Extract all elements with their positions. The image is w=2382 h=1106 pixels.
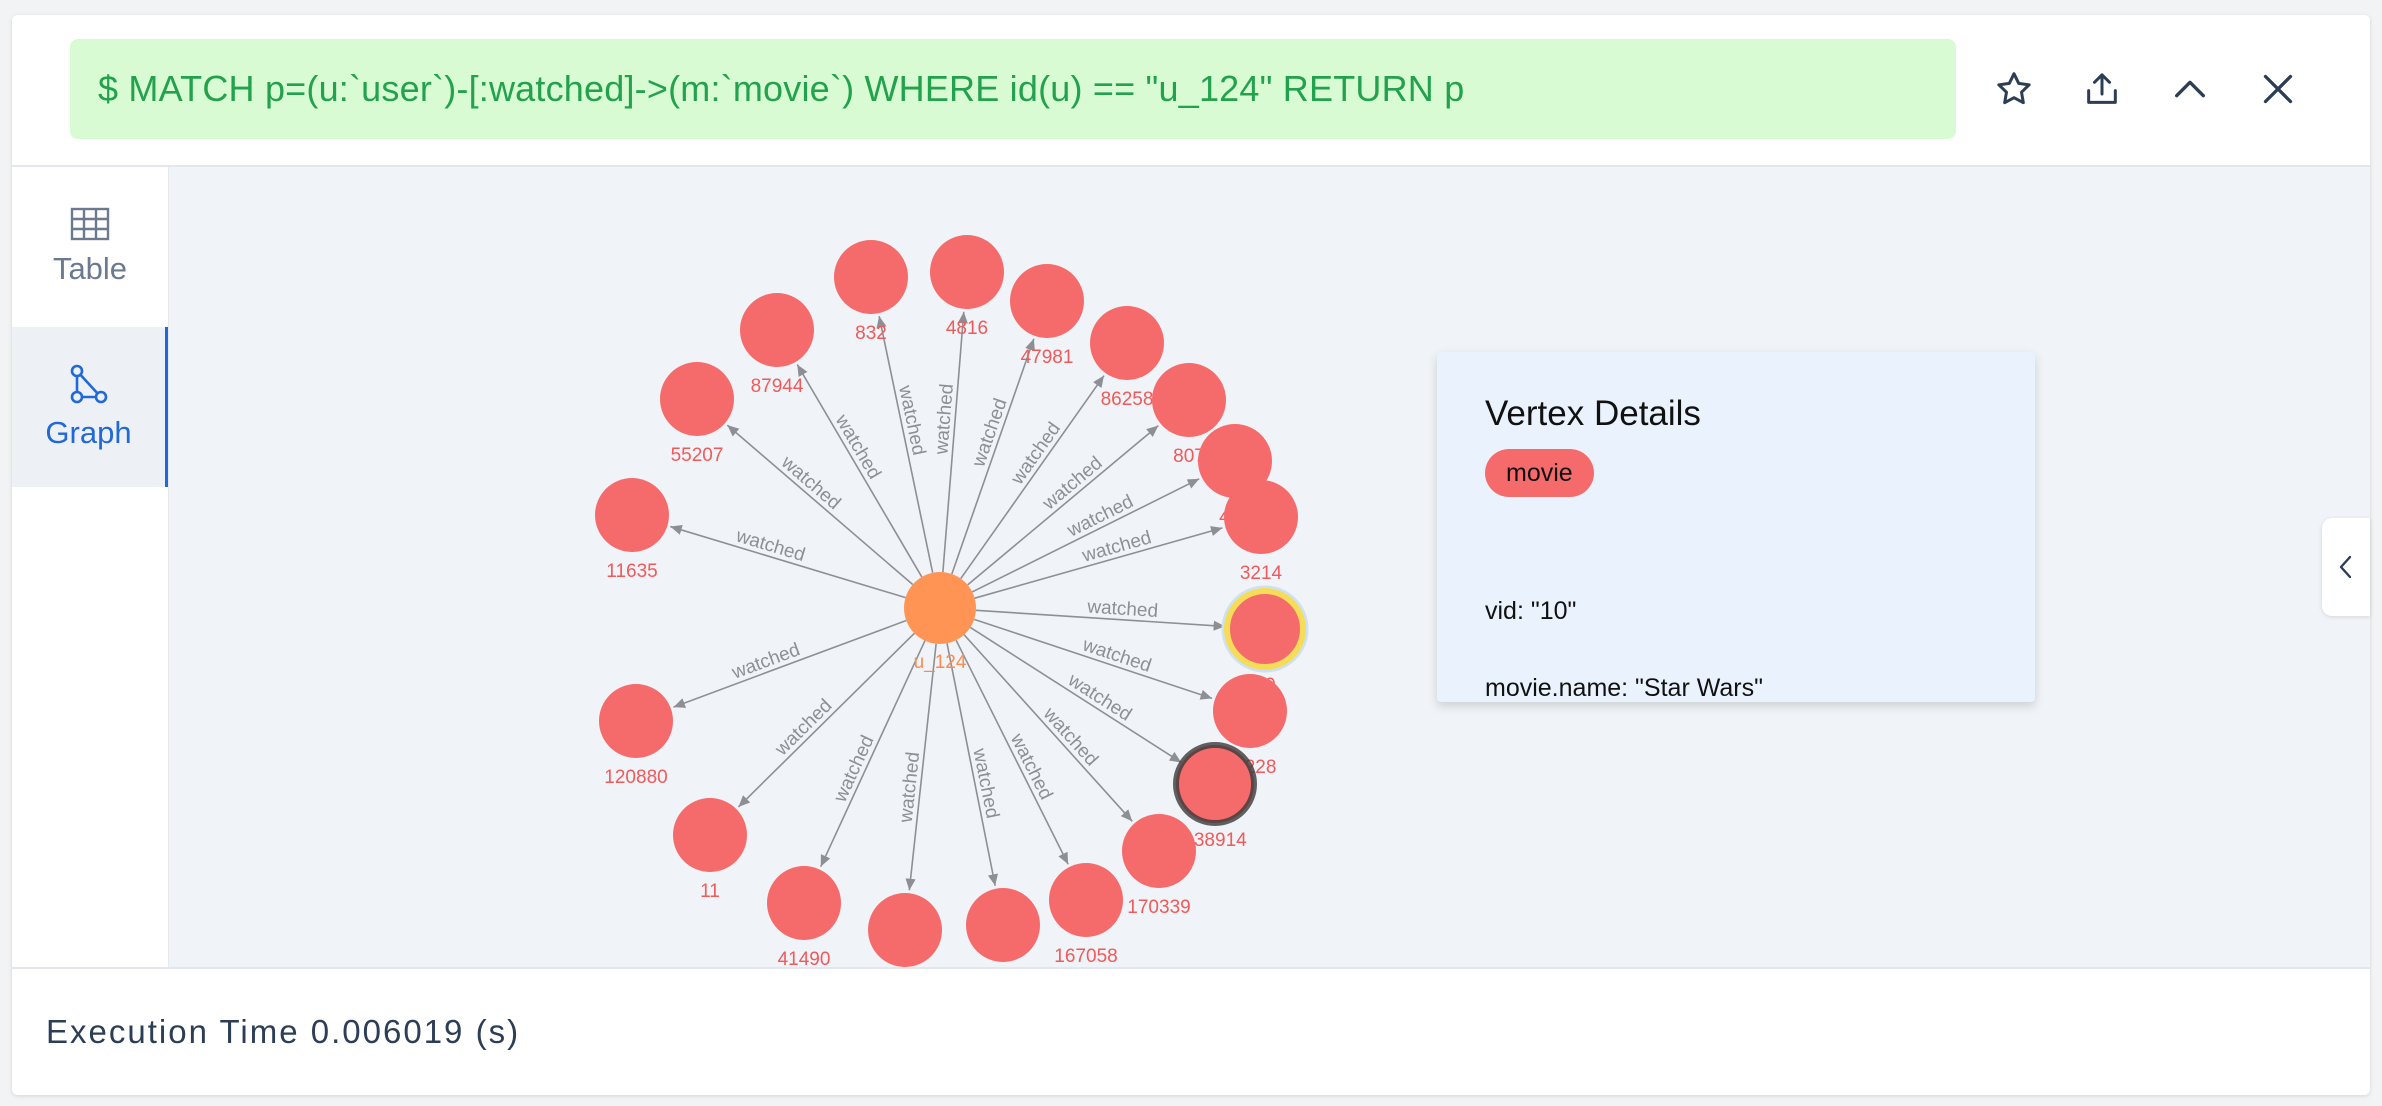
close-icon [2263,74,2293,104]
vertex-label: 47981 [1021,347,1074,368]
favorite-button[interactable] [1988,63,2040,115]
edge-label: watched [776,451,844,514]
export-icon [2087,73,2117,104]
vertex-label: 86258 [1101,389,1154,410]
vertex-label: 87944 [751,376,804,397]
vertex-497[interactable] [966,888,1040,962]
vertex-details-panel: Vertex Details movie vid: "10" movie.nam… [1437,352,2035,702]
tab-graph-label: Graph [45,415,132,450]
vertex-86258[interactable] [1090,306,1164,380]
vertex-87944[interactable] [740,293,814,367]
collapse-button[interactable] [2164,63,2216,115]
edge-label: watched [968,396,1011,471]
vertex-48709[interactable] [868,893,942,967]
edge-label: watched [896,751,925,825]
vertex-label: 120880 [604,767,667,788]
edge-label: watched [728,639,803,684]
vertex-93228[interactable] [1213,674,1287,748]
vertex-label: 41490 [778,949,831,967]
vertex-label: 3214 [1240,563,1283,584]
vertex-label: 170339 [1127,897,1190,918]
graph-canvas[interactable]: watched watched watched watched watched watch… [169,167,2370,967]
vertex-170339[interactable] [1122,814,1196,888]
vertex-label: 11635 [606,561,657,582]
vertex-label: 11 [700,881,720,902]
close-button[interactable] [2252,63,2304,115]
vertex-label: 4816 [946,318,988,339]
vertex-label: 55207 [671,445,724,466]
vertex-3214[interactable] [1224,480,1298,554]
chevron-left-icon [2339,555,2352,579]
vertex-11635[interactable] [595,478,669,552]
details-title: Vertex Details [1485,394,1701,433]
query-result-panel: $ MATCH p=(u:`user`)-[:watched]->(m:`mov… [12,15,2370,1095]
vertex-11[interactable] [673,798,747,872]
vertex-167058[interactable] [1049,863,1123,937]
graph-icon [70,364,107,404]
edge-label: watched [830,410,884,483]
vertex-47981[interactable] [1010,264,1084,338]
result-footer: Execution Time 0.006019 (s) [12,967,2370,1095]
vertex-movie-name: movie.name: "Star Wars" [1485,674,1764,702]
execution-time: Execution Time 0.006019 (s) [46,1013,521,1050]
tab-table[interactable]: Table [12,167,168,327]
edge-label: watched [771,695,837,760]
edge-label: watched [968,746,1003,820]
tab-graph[interactable]: Graph [12,327,168,487]
vertex-832[interactable] [834,240,908,314]
vertex-10[interactable] [1224,588,1306,670]
vertex-807[interactable] [1152,363,1226,437]
vertex-label: 167058 [1054,946,1117,967]
chevron-up-icon [2175,80,2205,98]
edge-label: watched [1079,634,1154,677]
view-sidebar: Table Graph [12,167,169,967]
vertex-label-u_124: u_124 [914,652,967,673]
vertex-label: 832 [855,323,887,344]
vertex-4816[interactable] [930,235,1004,309]
edge-label: watched [1007,419,1066,490]
expand-side-panel-button[interactable] [2322,518,2370,616]
query-text[interactable]: $ MATCH p=(u:`user`)-[:watched]->(m:`mov… [70,39,1956,139]
edge-label: watched [931,383,958,456]
vertex-55207[interactable] [660,362,734,436]
table-icon [70,207,110,241]
vertex-138914[interactable] [1173,742,1257,826]
edge-label: watched [1063,669,1135,725]
edge-label: watched [733,525,808,566]
tab-table-label: Table [52,251,128,286]
edge-label: watched [1005,730,1056,804]
export-button[interactable] [2076,63,2128,115]
query-header: $ MATCH p=(u:`user`)-[:watched]->(m:`mov… [12,15,2370,167]
vertex-41490[interactable] [767,866,841,940]
vertex-vid: vid: "10" [1485,597,1577,625]
vertex-u_124[interactable] [904,572,976,644]
vertex-120880[interactable] [599,684,673,758]
vertex-tag-badge: movie [1485,449,1594,497]
edge-label: watched [894,383,929,458]
star-icon [1997,72,2031,105]
graph-svg[interactable]: watchedwatchedwatched watched watched watch… [169,167,2370,967]
edge-label: watched [1038,703,1102,770]
edge-label: watched [1038,453,1107,515]
